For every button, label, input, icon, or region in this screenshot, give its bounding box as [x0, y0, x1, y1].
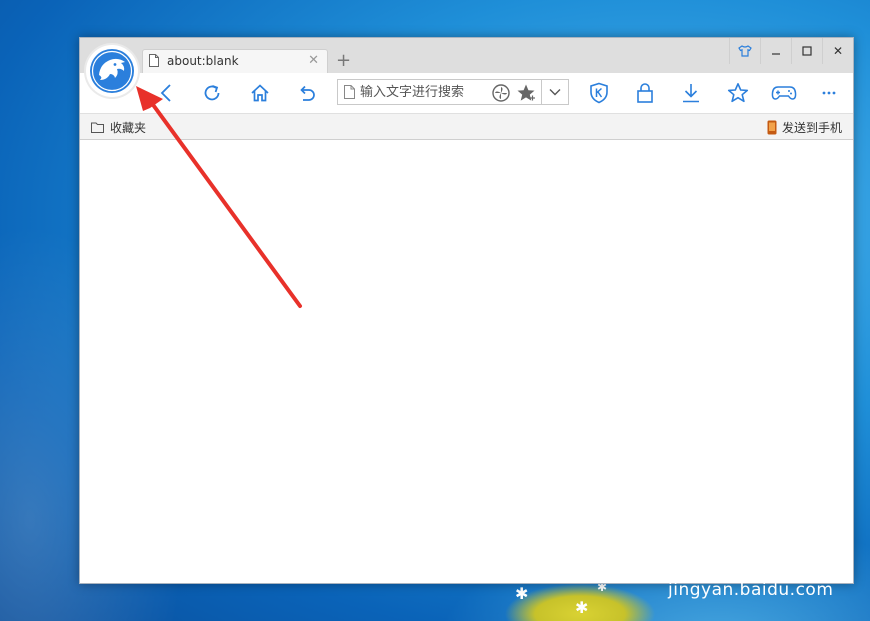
lock-icon [637, 83, 653, 103]
address-dropdown-button[interactable] [541, 80, 568, 104]
maximize-icon [802, 46, 812, 56]
folder-icon [91, 122, 104, 133]
skin-button[interactable] [729, 38, 760, 64]
home-icon [251, 84, 269, 102]
close-icon: ✕ [832, 44, 844, 58]
tab-close-icon[interactable]: ✕ [308, 53, 319, 68]
tab-title: about:blank [167, 54, 239, 68]
gamepad-icon [771, 86, 797, 100]
k-shield-icon [590, 82, 608, 104]
refresh-button[interactable] [194, 73, 230, 113]
title-bar: about:blank ✕ + ✕ [80, 38, 853, 73]
flower-star-decoration: ✱ [515, 584, 529, 603]
window-controls: ✕ [729, 38, 853, 64]
undo-close-button[interactable] [289, 73, 325, 113]
favorite-star-icon[interactable] [516, 83, 536, 103]
desktop-wallpaper-flower: ✱ ✱ ✱ [505, 580, 655, 621]
send-to-phone-button[interactable]: 发送到手机 [767, 119, 842, 136]
watermark-url: jingyan.baidu.com [668, 580, 834, 600]
download-icon [683, 84, 699, 103]
back-arrow-icon [160, 84, 171, 102]
navigation-toolbar [80, 73, 853, 113]
page-content-area[interactable] [80, 140, 853, 583]
security-shield-button[interactable] [581, 73, 617, 113]
favorites-folder[interactable]: 收藏夹 [91, 119, 146, 136]
address-bar [337, 79, 569, 105]
minimize-icon [772, 53, 780, 55]
fan-icon[interactable] [492, 84, 510, 102]
browser-window: about:blank ✕ + ✕ 输入文字进行搜索 收藏夹 发送到手机 [79, 37, 854, 584]
page-icon [149, 54, 159, 67]
lock-button[interactable] [627, 73, 663, 113]
bookmarks-bar: 收藏夹 发送到手机 [80, 113, 853, 140]
home-button[interactable] [242, 73, 278, 113]
shirt-icon [738, 45, 752, 57]
chevron-down-icon [549, 89, 561, 96]
watermark-jingyan: 经验 [776, 552, 824, 580]
game-button[interactable] [766, 73, 802, 113]
phone-icon [767, 120, 777, 135]
cheetah-logo-icon [90, 49, 134, 93]
page-icon [344, 85, 355, 99]
close-button[interactable]: ✕ [822, 38, 853, 64]
download-button[interactable] [673, 73, 709, 113]
send-to-phone-label: 发送到手机 [781, 121, 842, 135]
refresh-icon [204, 85, 220, 101]
new-tab-button[interactable]: + [336, 52, 351, 70]
star-icon [727, 82, 749, 103]
maximize-button[interactable] [791, 38, 822, 64]
back-button[interactable] [148, 73, 184, 113]
browser-logo-button[interactable] [86, 45, 138, 97]
favorites-label: 收藏夹 [110, 121, 147, 135]
minimize-button[interactable] [760, 38, 791, 64]
undo-icon [300, 85, 315, 101]
flower-star-decoration: ✱ [575, 598, 589, 617]
tab-about-blank[interactable]: about:blank ✕ [142, 49, 328, 73]
more-icon [822, 91, 836, 95]
more-menu-button[interactable] [811, 73, 847, 113]
watermark-bai: Bai [668, 542, 725, 577]
search-input[interactable] [360, 82, 490, 102]
bookmark-star-button[interactable] [720, 73, 756, 113]
